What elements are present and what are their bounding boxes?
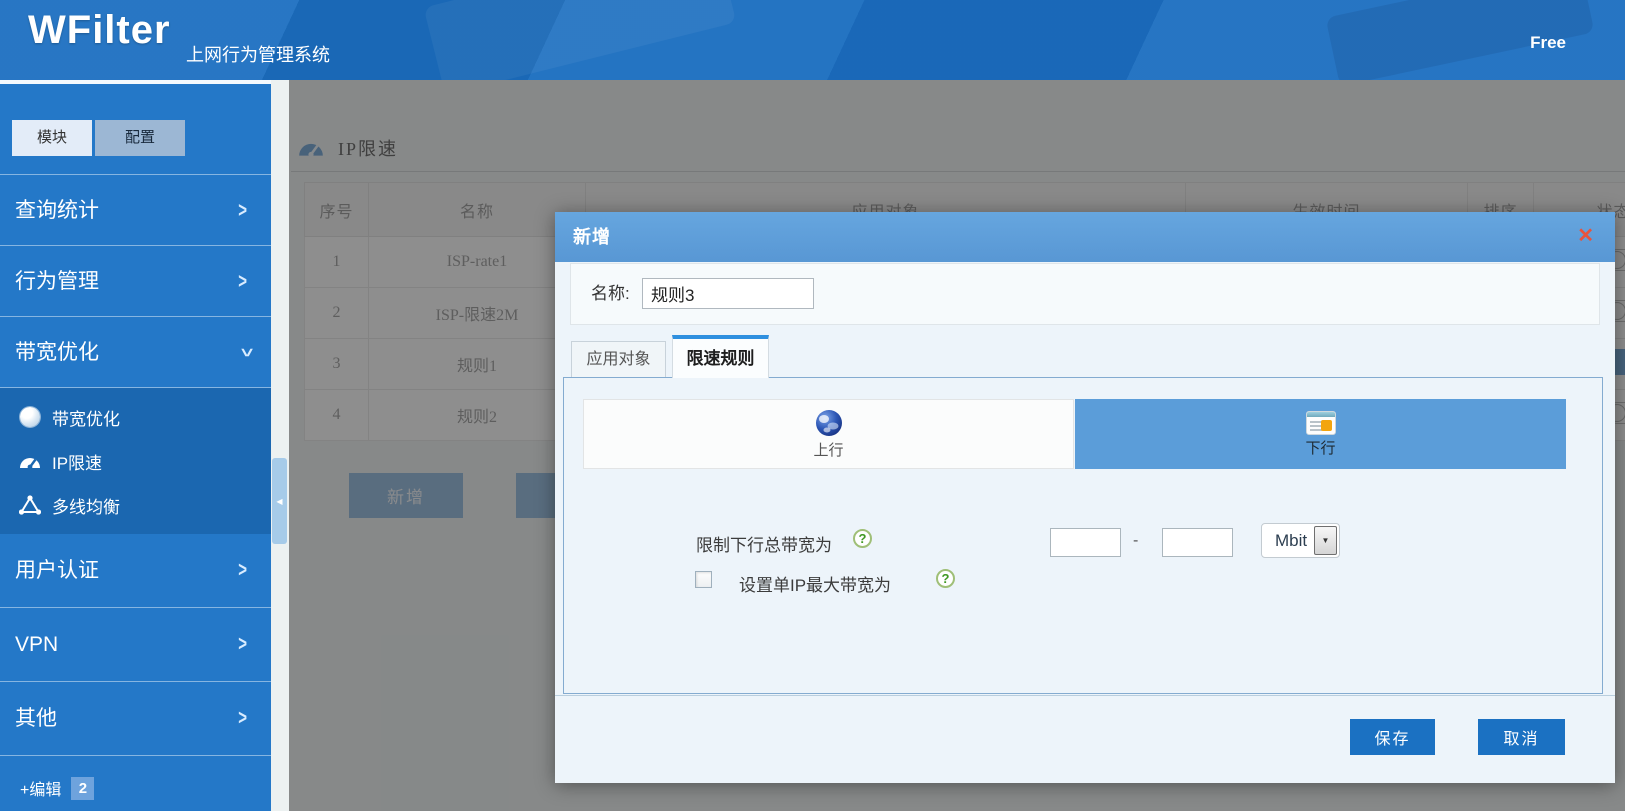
sidebar-submenu: 带宽优化 IP限速 bbox=[0, 388, 271, 534]
bandwidth-min-input[interactable] bbox=[1050, 528, 1121, 557]
tab-modules[interactable]: 模块 bbox=[12, 120, 92, 156]
license-badge: Free bbox=[1530, 33, 1566, 53]
sidebar-subitem-label: IP限速 bbox=[52, 449, 102, 474]
chevron-down-icon: > bbox=[197, 348, 296, 357]
sidebar-nav: 查询统计 > 行为管理 > 带宽优化 > 带宽优化 bbox=[0, 174, 271, 756]
rule-name-input[interactable] bbox=[642, 278, 814, 309]
app-header: WFilter 上网行为管理系统 Free bbox=[0, 0, 1625, 80]
sidebar-item-vpn[interactable]: VPN > bbox=[0, 608, 271, 682]
tab-apply-target[interactable]: 应用对象 bbox=[571, 341, 666, 378]
download-rule-icon bbox=[1306, 411, 1336, 435]
sidebar-item-others[interactable]: 其他 > bbox=[0, 682, 271, 756]
direction-upload[interactable]: 上行 bbox=[583, 399, 1074, 469]
triangle-network-icon bbox=[18, 493, 42, 517]
bandwidth-row: 限制下行总带宽为 ? - Mbit ▼ bbox=[564, 523, 1602, 563]
sidebar-item-label: VPN bbox=[15, 633, 58, 656]
tab-rate-rule[interactable]: 限速规则 bbox=[672, 335, 769, 378]
dialog-title: 新增 bbox=[573, 212, 611, 262]
speedometer-icon bbox=[18, 449, 42, 473]
sidebar-subitem-label: 多线均衡 bbox=[52, 493, 120, 518]
tab-config[interactable]: 配置 bbox=[95, 120, 185, 156]
name-panel: 名称: bbox=[570, 263, 1600, 325]
name-label: 名称: bbox=[591, 264, 630, 324]
edit-label: +编辑 bbox=[20, 776, 61, 800]
sidebar-item-label: 其他 bbox=[15, 707, 57, 730]
rate-rule-panel: 上行 下行 限制下行总带宽为 ? - Mbit ▼ 设置单IP最大带宽为 ? bbox=[563, 377, 1603, 694]
add-rule-dialog: 新增 ✕ 名称: 应用对象 限速规则 上行 bbox=[555, 212, 1615, 783]
sidebar: 模块 配置 查询统计 > 行为管理 > 带宽优化 > 带宽优化 bbox=[0, 80, 271, 811]
sidebar-item-label: 带宽优化 bbox=[15, 341, 99, 364]
sidebar-subitem-multiline-balance[interactable]: 多线均衡 bbox=[0, 483, 271, 527]
direction-upload-label: 上行 bbox=[813, 439, 843, 460]
globe-icon bbox=[815, 409, 843, 437]
save-button[interactable]: 保存 bbox=[1350, 719, 1435, 755]
sidebar-subitem-label: 带宽优化 bbox=[52, 405, 120, 430]
per-ip-checkbox[interactable] bbox=[695, 571, 712, 588]
bandwidth-label: 限制下行总带宽为 bbox=[696, 531, 832, 556]
sidebar-subitem-bandwidth-opt[interactable]: 带宽优化 bbox=[0, 395, 271, 439]
sidebar-tabs: 模块 配置 bbox=[12, 120, 185, 156]
sidebar-item-user-auth[interactable]: 用户认证 > bbox=[0, 534, 271, 608]
edit-count-badge: 2 bbox=[71, 777, 94, 800]
per-ip-row: 设置单IP最大带宽为 ? bbox=[564, 568, 1602, 598]
sidebar-item-label: 查询统计 bbox=[15, 199, 99, 222]
per-ip-label: 设置单IP最大带宽为 bbox=[739, 571, 891, 596]
sidebar-item-label: 用户认证 bbox=[15, 559, 99, 582]
unit-selected-value: Mbit bbox=[1275, 524, 1307, 557]
dropdown-arrow-icon[interactable]: ▼ bbox=[1314, 526, 1337, 555]
app-subtitle: 上网行为管理系统 bbox=[186, 41, 330, 67]
range-separator: - bbox=[1133, 532, 1138, 550]
sidebar-edit-link[interactable]: +编辑 2 bbox=[20, 776, 94, 800]
collapse-left-icon: ◀ bbox=[276, 497, 282, 506]
direction-download-label: 下行 bbox=[1305, 437, 1335, 458]
sidebar-item-label: 行为管理 bbox=[15, 270, 99, 293]
help-icon[interactable]: ? bbox=[853, 529, 872, 548]
sidebar-item-behavior-mgmt[interactable]: 行为管理 > bbox=[0, 246, 271, 317]
unit-select[interactable]: Mbit ▼ bbox=[1261, 523, 1340, 558]
app-logo: WFilter bbox=[28, 8, 171, 53]
divider bbox=[555, 695, 1615, 696]
sidebar-item-bandwidth-opt[interactable]: 带宽优化 > bbox=[0, 317, 271, 388]
sphere-icon bbox=[18, 405, 42, 429]
bandwidth-max-input[interactable] bbox=[1162, 528, 1233, 557]
sidebar-item-query-stats[interactable]: 查询统计 > bbox=[0, 175, 271, 246]
cancel-button[interactable]: 取消 bbox=[1478, 719, 1565, 755]
close-icon[interactable]: ✕ bbox=[1577, 225, 1594, 247]
sidebar-collapse-handle[interactable]: ◀ bbox=[272, 458, 287, 544]
direction-download[interactable]: 下行 bbox=[1075, 399, 1566, 469]
chevron-right-icon: > bbox=[238, 667, 247, 771]
help-icon[interactable]: ? bbox=[936, 569, 955, 588]
sidebar-subitem-ip-rate-limit[interactable]: IP限速 bbox=[0, 439, 271, 483]
dialog-header: 新增 ✕ bbox=[555, 212, 1615, 262]
